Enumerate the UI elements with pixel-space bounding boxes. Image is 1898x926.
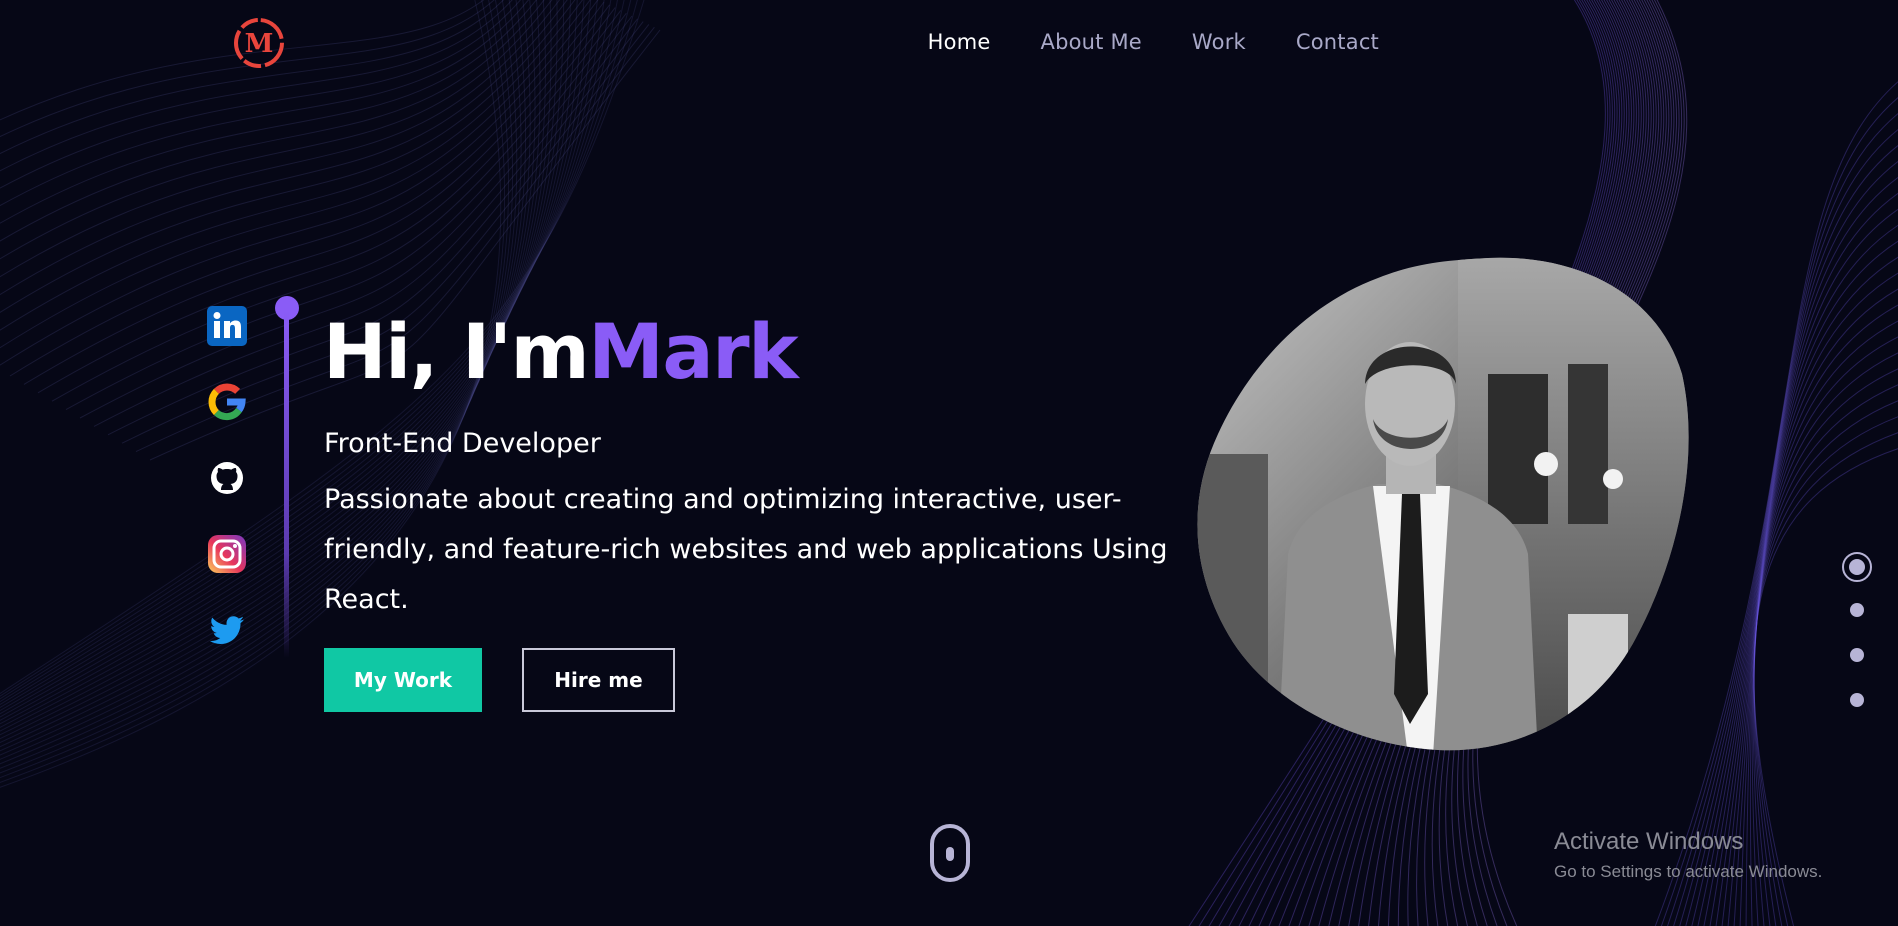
linkedin-icon[interactable]	[206, 305, 248, 347]
google-icon[interactable]	[206, 381, 248, 423]
pagination-dot-1[interactable]	[1842, 552, 1872, 582]
hero-name: Mark	[588, 307, 798, 396]
nav-contact[interactable]: Contact	[1296, 30, 1379, 54]
nav-home[interactable]: Home	[928, 30, 991, 54]
hero-greeting: Hi, I'm	[323, 307, 590, 396]
watermark-title: Activate Windows	[1554, 828, 1744, 855]
hero-description: Passionate about creating and optimizing…	[324, 484, 1168, 615]
pagination-dot-2[interactable]	[1850, 603, 1864, 617]
watermark-subtitle: Go to Settings to activate Windows.	[1554, 862, 1823, 881]
instagram-icon[interactable]	[206, 533, 248, 575]
windows-activation-watermark: Activate Windows Go to Settings to activ…	[1554, 828, 1822, 882]
github-icon[interactable]	[206, 457, 248, 499]
nav-about-me[interactable]: About Me	[1041, 30, 1142, 54]
nav-work[interactable]: Work	[1192, 30, 1246, 54]
hero-role: Front-End Developer	[324, 428, 601, 459]
logo-icon[interactable]: M	[232, 16, 286, 70]
pagination-dot-3[interactable]	[1850, 648, 1864, 662]
hire-me-button[interactable]: Hire me	[522, 648, 675, 712]
twitter-icon[interactable]	[206, 609, 248, 651]
pagination-dot-4[interactable]	[1850, 693, 1864, 707]
my-work-button[interactable]: My Work	[324, 648, 482, 712]
main-nav: Home About Me Work Contact	[928, 30, 1379, 54]
scroll-mouse-icon[interactable]	[929, 823, 971, 883]
logo-letter: M	[245, 29, 274, 59]
timeline-line	[284, 310, 289, 658]
profile-photo	[1197, 257, 1689, 751]
hero-title: Hi, I'mMark	[323, 306, 799, 398]
social-links	[206, 305, 248, 651]
